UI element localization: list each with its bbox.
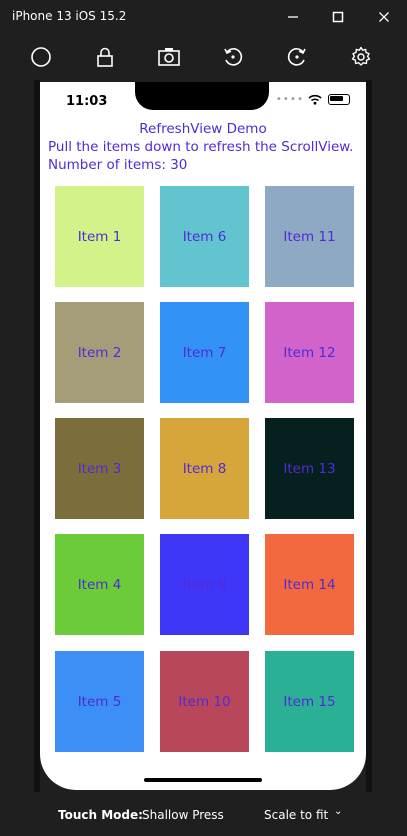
maximize-icon [332, 11, 344, 23]
page-title: RefreshView Demo [139, 121, 267, 137]
grid-item-label: Item 12 [283, 344, 336, 361]
minimize-button[interactable] [281, 6, 305, 28]
close-icon [379, 12, 389, 22]
home-icon [31, 47, 51, 67]
status-icons: • • • • [276, 94, 350, 105]
grid-item[interactable]: Item 13 [265, 418, 354, 519]
screenshot-button[interactable] [156, 44, 182, 70]
window-title: iPhone 13 iOS 15.2 [12, 9, 127, 23]
item-count-text: Number of items: 30 [48, 157, 188, 173]
home-button[interactable] [28, 44, 54, 70]
grid-item-label: Item 2 [77, 344, 122, 361]
grid-item-label: Item 14 [283, 576, 336, 593]
scale-dropdown[interactable]: Scale to fit [264, 808, 328, 822]
device-notch [135, 82, 269, 110]
grid-item-label: Item 1 [77, 228, 122, 245]
grid-item-label: Item 5 [77, 693, 122, 710]
grid-item[interactable]: Item 15 [265, 651, 354, 752]
grid-item[interactable]: Item 7 [160, 302, 249, 403]
page-header: RefreshView Demo Pull the items down to … [40, 120, 366, 174]
settings-button[interactable] [348, 44, 374, 70]
grid-item[interactable]: Item 12 [265, 302, 354, 403]
instruction-text: Pull the items down to refresh the Scrol… [48, 139, 354, 155]
minimize-icon [288, 16, 298, 18]
grid-item[interactable]: Item 4 [55, 534, 144, 635]
rotate-right-icon [287, 48, 306, 66]
grid-item-label: Item 10 [178, 693, 231, 710]
camera-icon [158, 48, 180, 66]
lock-button[interactable] [92, 44, 118, 70]
chevron-down-icon[interactable]: ⌄ [334, 806, 342, 817]
rotate-right-button[interactable] [284, 44, 310, 70]
grid-item-label: Item 8 [182, 460, 227, 477]
battery-icon [328, 94, 350, 105]
lock-icon [97, 47, 113, 67]
touch-mode-label: Touch Mode: [58, 808, 143, 822]
touch-mode-value[interactable]: Shallow Press [142, 808, 224, 822]
grid-item[interactable]: Item 11 [265, 186, 354, 287]
device-screen: 11:03 • • • • RefreshView Demo Pull the … [40, 82, 366, 790]
grid-item[interactable]: Item 9 [160, 534, 249, 635]
grid-item[interactable]: Item 1 [55, 186, 144, 287]
grid-item-label: Item 9 [182, 576, 227, 593]
close-button[interactable] [372, 6, 396, 28]
window-titlebar: iPhone 13 iOS 15.2 [0, 0, 407, 34]
grid-item-label: Item 3 [77, 460, 122, 477]
rotate-left-button[interactable] [220, 44, 246, 70]
maximize-button[interactable] [326, 6, 350, 28]
grid-item[interactable]: Item 2 [55, 302, 144, 403]
items-scrollview[interactable]: Item 1 Item 2 Item 3 Item 4 Item 5 Item 6 Item… [55, 186, 355, 756]
grid-item-label: Item 7 [182, 344, 227, 361]
status-time: 11:03 [66, 94, 108, 109]
grid-item[interactable]: Item 5 [55, 651, 144, 752]
grid-item[interactable]: Item 6 [160, 186, 249, 287]
home-indicator[interactable] [144, 778, 262, 782]
rotate-left-icon [224, 48, 243, 66]
grid-item-label: Item 13 [283, 460, 336, 477]
wifi-icon [308, 94, 322, 105]
grid-item-label: Item 4 [77, 576, 122, 593]
grid-item[interactable]: Item 10 [160, 651, 249, 752]
grid-item[interactable]: Item 14 [265, 534, 354, 635]
gear-icon [351, 46, 371, 66]
grid-item-label: Item 6 [182, 228, 227, 245]
grid-item[interactable]: Item 3 [55, 418, 144, 519]
simulator-toolbar [0, 38, 407, 74]
signal-icon: • • • • [275, 94, 303, 105]
grid-item[interactable]: Item 8 [160, 418, 249, 519]
grid-item-label: Item 11 [283, 228, 336, 245]
device-bezel-right [366, 80, 372, 792]
grid-item-label: Item 15 [283, 693, 336, 710]
simulator-footer: Touch Mode: Shallow Press Scale to fit ⌄ [0, 798, 407, 834]
